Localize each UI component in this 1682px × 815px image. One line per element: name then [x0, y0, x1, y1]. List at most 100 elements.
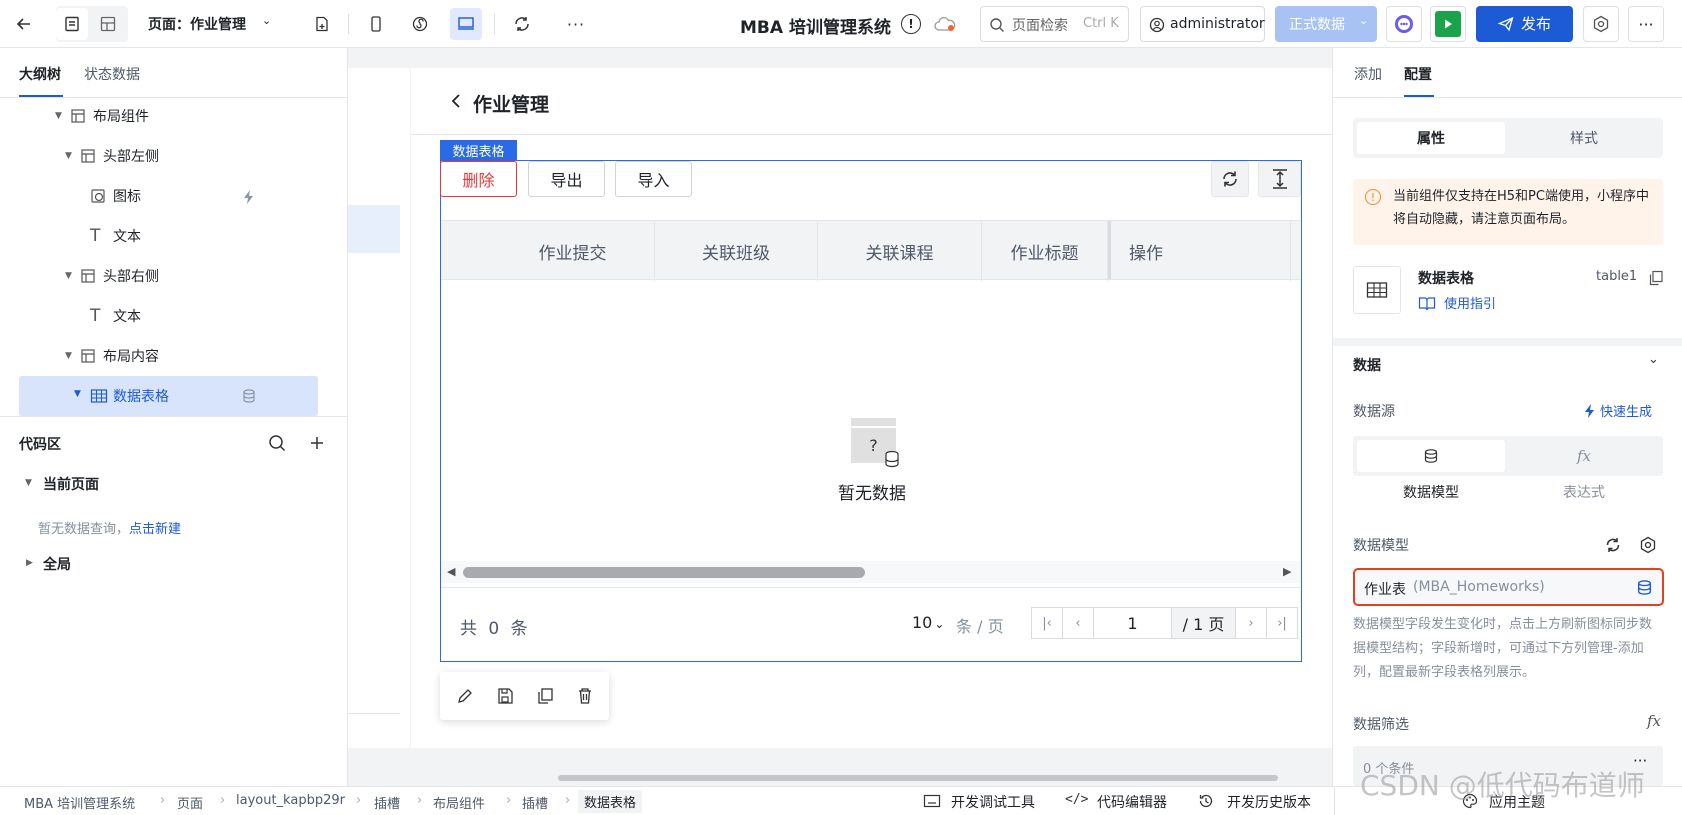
- canvas-scrollbar[interactable]: [558, 775, 1278, 781]
- tab-outline[interactable]: 大纲树: [19, 64, 61, 84]
- column-header[interactable]: 作业提交: [491, 221, 655, 281]
- scroll-right-icon[interactable]: ▶: [1283, 565, 1291, 578]
- caret-down-icon[interactable]: ▼: [25, 478, 32, 488]
- column-header[interactable]: 关联课程: [818, 221, 982, 281]
- env-select[interactable]: 正式数据 ⌄: [1275, 6, 1377, 42]
- tree-item-header-left[interactable]: ▼ 头部左侧: [0, 138, 348, 174]
- refresh-icon[interactable]: [506, 8, 538, 40]
- current-page-node[interactable]: 当前页面: [43, 474, 99, 494]
- publish-button[interactable]: 发布: [1476, 6, 1573, 42]
- column-header[interactable]: 关联班级: [655, 221, 818, 281]
- data-table-component[interactable]: 删除 导出 导入 作业提交 关联班级 关联课程 作业标题 操作 ? 暂无数据 ◀…: [440, 160, 1302, 662]
- caret-down-icon[interactable]: ▼: [74, 389, 81, 399]
- refresh-icon[interactable]: [1604, 536, 1622, 554]
- edit-icon[interactable]: [456, 687, 474, 705]
- breadcrumb-item[interactable]: 布局组件: [433, 793, 485, 812]
- tree-item-data-table[interactable]: ▼ 数据表格: [19, 376, 318, 416]
- fx-icon[interactable]: fx: [1647, 712, 1661, 730]
- info-icon[interactable]: !: [901, 14, 921, 34]
- ai-assistant-button[interactable]: [1386, 6, 1422, 42]
- chevron-down-icon[interactable]: ⌄: [1648, 352, 1659, 367]
- more-icon[interactable]: ···: [560, 8, 592, 40]
- data-model-select[interactable]: 作业表 (MBA_Homeworks): [1353, 568, 1664, 606]
- scroll-left-icon[interactable]: ◀: [447, 565, 455, 578]
- import-button[interactable]: 导入: [615, 161, 692, 197]
- trash-icon[interactable]: [576, 687, 594, 705]
- tree-item-text[interactable]: T 文本: [0, 298, 348, 334]
- page-selector[interactable]: 页面：作业管理: [148, 14, 246, 34]
- breadcrumb-item[interactable]: 插槽: [522, 793, 548, 812]
- column-header[interactable]: 操作: [1111, 221, 1291, 281]
- last-page-icon[interactable]: ›|: [1266, 607, 1298, 639]
- first-page-icon[interactable]: |‹: [1031, 607, 1063, 639]
- caret-down-icon[interactable]: ▼: [65, 351, 72, 361]
- breadcrumb-item[interactable]: layout_kapbp29r: [236, 793, 345, 808]
- breadcrumb-current[interactable]: 数据表格: [578, 790, 643, 813]
- breadcrumb-item[interactable]: 插槽: [374, 793, 400, 812]
- column-header[interactable]: 作业标题: [982, 221, 1108, 281]
- tab-state-data[interactable]: 状态数据: [84, 64, 140, 84]
- save-icon[interactable]: [496, 687, 514, 705]
- tab-config[interactable]: 配置: [1404, 64, 1432, 84]
- page-search[interactable]: 页面检索 Ctrl K: [980, 6, 1129, 42]
- run-button[interactable]: [1430, 6, 1466, 42]
- global-node[interactable]: 全局: [43, 554, 71, 574]
- history-button[interactable]: 开发历史版本: [1227, 792, 1311, 812]
- tree-item-icon[interactable]: 图标: [0, 178, 348, 214]
- more-menu-icon[interactable]: ···: [1628, 6, 1664, 42]
- mobile-device-icon[interactable]: [360, 8, 392, 40]
- table-refresh-button[interactable]: [1211, 161, 1249, 197]
- tab-add[interactable]: 添加: [1354, 64, 1382, 84]
- new-page-icon[interactable]: [306, 8, 338, 40]
- tree-item-text[interactable]: T 文本: [0, 218, 348, 254]
- next-page-icon[interactable]: ›: [1235, 607, 1267, 639]
- page-input[interactable]: 1: [1093, 607, 1172, 639]
- delete-button[interactable]: 删除: [440, 161, 517, 197]
- user-menu[interactable]: administrator: [1140, 6, 1265, 42]
- copy-icon[interactable]: [1648, 270, 1664, 286]
- sidebar-active-item[interactable]: [348, 205, 400, 253]
- code-editor-button[interactable]: 代码编辑器: [1097, 792, 1167, 812]
- miniprogram-icon[interactable]: [404, 8, 436, 40]
- selected-component-tag[interactable]: 数据表格: [440, 140, 517, 160]
- horizontal-scrollbar[interactable]: ◀ ▶: [441, 561, 1300, 583]
- segment-props[interactable]: 属性: [1357, 122, 1505, 154]
- back-chevron-icon[interactable]: [449, 92, 463, 110]
- tree-item-layout[interactable]: ▼ 布局组件: [0, 98, 348, 134]
- breadcrumb-item[interactable]: MBA 培训管理系统: [24, 793, 135, 812]
- create-query-link[interactable]: 点击新建: [129, 522, 181, 537]
- fx-icon[interactable]: fx: [1510, 440, 1658, 472]
- quick-generate-link[interactable]: 快速生成: [1600, 401, 1652, 420]
- props-style-segment: 属性 样式: [1353, 118, 1663, 158]
- segment-style[interactable]: 样式: [1510, 122, 1658, 154]
- lightning-icon[interactable]: [242, 189, 256, 205]
- row-height-button[interactable]: [1258, 161, 1301, 197]
- copy-icon[interactable]: [536, 687, 554, 705]
- debug-tool-button[interactable]: 开发调试工具: [951, 792, 1035, 812]
- search-icon[interactable]: [268, 434, 286, 452]
- segment-data-model[interactable]: [1357, 440, 1505, 472]
- caret-right-icon[interactable]: ▶: [26, 558, 33, 568]
- database-icon[interactable]: [241, 388, 257, 404]
- pc-device-icon[interactable]: [450, 8, 482, 40]
- caret-down-icon[interactable]: ▼: [65, 271, 72, 281]
- chevron-down-icon[interactable]: ⌄: [262, 14, 271, 27]
- usage-guide-link[interactable]: 使用指引: [1444, 293, 1496, 312]
- back-arrow-icon[interactable]: [8, 8, 40, 40]
- caret-down-icon[interactable]: ▼: [55, 111, 62, 121]
- tree-item-layout-content[interactable]: ▼ 布局内容: [0, 338, 348, 374]
- tree-item-header-right[interactable]: ▼ 头部右侧: [0, 258, 348, 294]
- page-view-icon[interactable]: [56, 8, 88, 40]
- export-button[interactable]: 导出: [528, 161, 605, 197]
- component-id: table1: [1596, 269, 1638, 284]
- cloud-status-icon[interactable]: [934, 16, 956, 32]
- gear-icon[interactable]: [1639, 536, 1657, 554]
- page-size-select[interactable]: 10 ⌄: [912, 613, 944, 632]
- layout-view-icon[interactable]: [92, 8, 124, 40]
- breadcrumb-item[interactable]: 页面: [177, 793, 203, 812]
- scrollbar-thumb[interactable]: [463, 567, 865, 578]
- caret-down-icon[interactable]: ▼: [65, 151, 72, 161]
- settings-button[interactable]: [1583, 6, 1619, 42]
- add-icon[interactable]: [309, 435, 325, 451]
- prev-page-icon[interactable]: ‹: [1062, 607, 1094, 639]
